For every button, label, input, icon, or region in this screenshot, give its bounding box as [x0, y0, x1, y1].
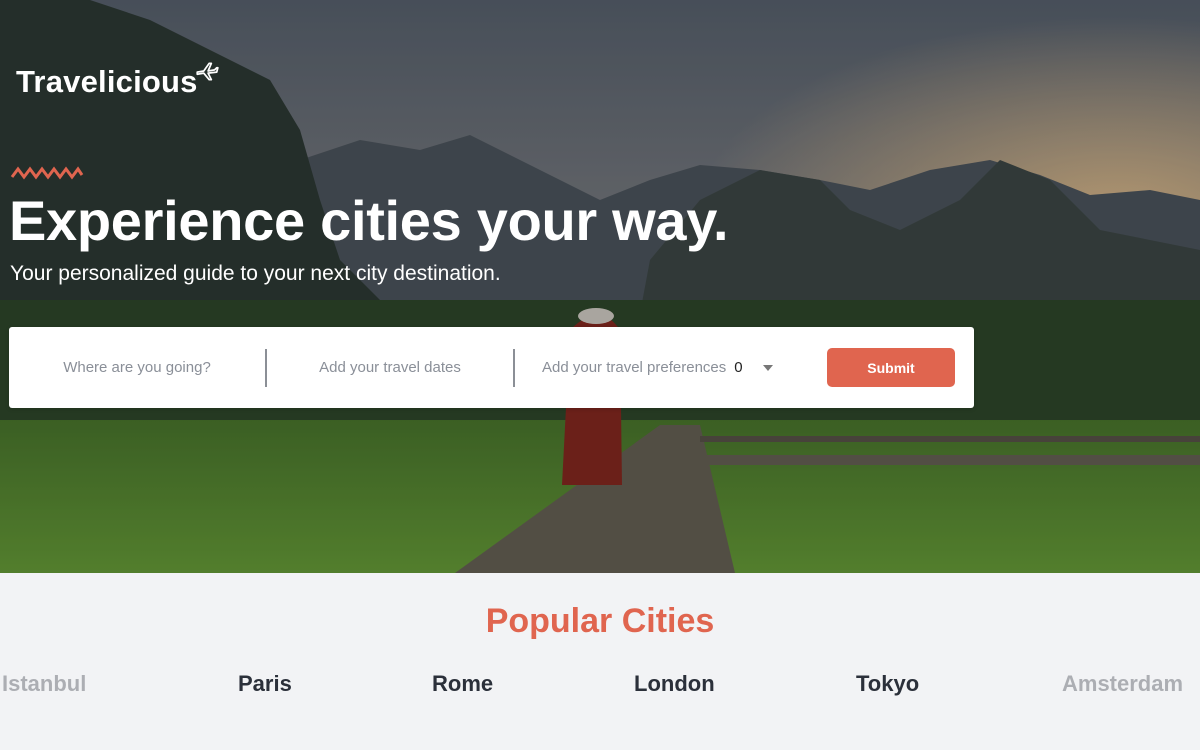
city-item-amsterdam[interactable]: Amsterdam	[1062, 671, 1183, 697]
popular-cities-section: Popular Cities Istanbul Paris Rome Londo…	[0, 573, 1200, 750]
popular-cities-title: Popular Cities	[485, 602, 715, 640]
submit-button[interactable]: Submit	[827, 348, 955, 387]
chevron-down-icon	[762, 364, 773, 371]
city-item-tokyo[interactable]: Tokyo	[856, 671, 919, 697]
hero-subheadline: Your personalized guide to your next cit…	[10, 262, 501, 285]
city-item-paris[interactable]: Paris	[238, 671, 292, 697]
dates-placeholder: Add your travel dates	[319, 359, 461, 376]
destination-placeholder: Where are you going?	[63, 359, 211, 376]
brand-name: Travelicious	[16, 64, 198, 99]
travel-dates-input[interactable]: Add your travel dates	[267, 327, 513, 408]
squiggle-icon	[10, 166, 84, 180]
preferences-placeholder: Add your travel preferences	[542, 359, 727, 376]
search-bar: Where are you going? Add your travel dat…	[9, 327, 974, 408]
airplane-icon	[195, 62, 219, 81]
city-item-rome[interactable]: Rome	[432, 671, 493, 697]
city-carousel: Istanbul Paris Rome London Tokyo Amsterd…	[0, 671, 1200, 705]
brand-logo[interactable]: Travelicious	[16, 62, 220, 100]
travel-preferences-select[interactable]: Add your travel preferences 0	[515, 327, 785, 408]
hero-headline: Experience cities your way.	[9, 189, 729, 252]
city-item-istanbul[interactable]: Istanbul	[2, 671, 86, 697]
destination-input[interactable]: Where are you going?	[9, 327, 265, 408]
preferences-count: 0	[734, 359, 743, 376]
city-item-london[interactable]: London	[634, 671, 715, 697]
hero-section: Travelicious Experience cities your way.…	[0, 0, 1200, 573]
